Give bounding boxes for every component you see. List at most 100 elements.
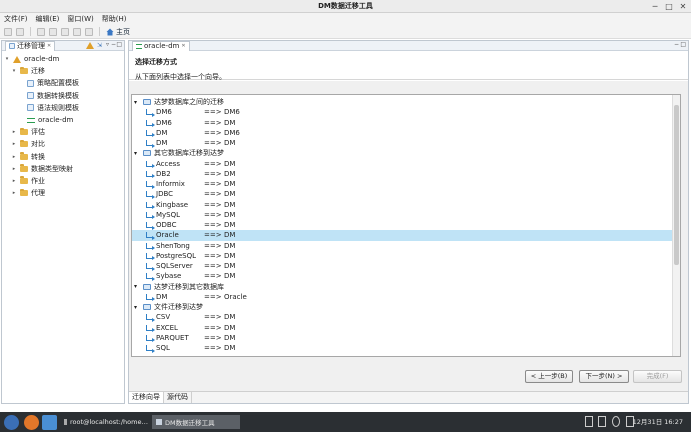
menu-window[interactable]: 窗口(W) bbox=[67, 13, 93, 25]
wizard-item[interactable]: DM6 ==> DM bbox=[132, 118, 673, 128]
tray-icon-1[interactable] bbox=[585, 416, 593, 427]
scrollbar-thumb[interactable] bbox=[674, 105, 679, 265]
tree-item[interactable]: ▸ 评估 bbox=[2, 126, 124, 138]
tree-item[interactable]: ▸ 代理 bbox=[2, 187, 124, 199]
wizard-item[interactable]: CSV ==> DM bbox=[132, 312, 673, 322]
window-titlebar: DM数据迁移工具 ─ □ ✕ bbox=[0, 0, 691, 13]
wizard-item[interactable]: PostgreSQL ==> DM bbox=[132, 251, 673, 261]
wizard-item[interactable]: Oracle ==> DM bbox=[132, 230, 673, 241]
maximize-panel-icon[interactable]: □ bbox=[116, 41, 122, 48]
wizard-item[interactable]: DM6 ==> DM6 bbox=[132, 107, 673, 117]
expand-arrow-icon[interactable]: ▸ bbox=[11, 166, 17, 172]
refresh-icon[interactable] bbox=[85, 27, 93, 36]
back-icon[interactable] bbox=[61, 27, 69, 36]
undo-icon[interactable] bbox=[37, 27, 45, 36]
firefox-icon[interactable] bbox=[24, 415, 39, 430]
tab-migration-wizard[interactable]: 迁移向导 bbox=[129, 392, 164, 403]
expand-arrow-icon[interactable]: ▸ bbox=[11, 141, 17, 147]
wizard-group[interactable]: ▾ 达梦迁移到其它数据库 bbox=[132, 282, 673, 292]
menu-file[interactable]: 文件(F) bbox=[4, 13, 28, 25]
wizard-item[interactable]: Access ==> DM bbox=[132, 159, 673, 169]
target-db: DM bbox=[224, 323, 236, 332]
expand-arrow-icon[interactable]: ▸ bbox=[11, 178, 17, 184]
wizard-item[interactable]: DM ==> Oracle bbox=[132, 292, 673, 302]
wizard-item[interactable]: Informix ==> DM bbox=[132, 179, 673, 189]
maximize-button[interactable]: □ bbox=[663, 0, 675, 13]
back-button[interactable]: < 上一步(B) bbox=[525, 370, 573, 383]
expand-arrow-icon[interactable]: ▾ bbox=[4, 56, 10, 62]
tree-item[interactable]: 策略配置模板 bbox=[2, 77, 124, 89]
redo-icon[interactable] bbox=[49, 27, 57, 36]
files-icon[interactable] bbox=[42, 415, 57, 430]
wizard-item[interactable]: MySQL ==> DM bbox=[132, 210, 673, 220]
tab-migration-manager[interactable]: 迁移管理 ✕ bbox=[5, 40, 56, 51]
expand-arrow-icon[interactable]: ▾ bbox=[134, 304, 140, 311]
tab-oracle-dm[interactable]: oracle-dm ✕ bbox=[132, 40, 190, 51]
expand-arrow-icon[interactable]: ▸ bbox=[11, 154, 17, 160]
wizard-item[interactable]: DM ==> DM6 bbox=[132, 128, 673, 138]
list-scrollbar[interactable] bbox=[672, 95, 680, 356]
tab-source-code[interactable]: 源代码 bbox=[164, 392, 192, 403]
next-button[interactable]: 下一步(N) > bbox=[579, 370, 629, 383]
wizard-group[interactable]: ▾ 文件迁移到达梦 bbox=[132, 302, 673, 312]
migration-arrow-icon bbox=[146, 211, 155, 220]
tree-item[interactable]: 数据转换模板 bbox=[2, 90, 124, 102]
tree-item[interactable]: 语法规则模板 bbox=[2, 102, 124, 114]
tree-item[interactable]: ▸ 数据类型映射 bbox=[2, 163, 124, 175]
tree-item[interactable]: ▸ 对比 bbox=[2, 138, 124, 150]
save-icon[interactable] bbox=[4, 27, 12, 36]
wizard-item[interactable]: JDBC ==> DM bbox=[132, 189, 673, 199]
migration-arrow-icon bbox=[146, 252, 155, 261]
tray-icon-3[interactable] bbox=[612, 416, 620, 427]
minimize-editor-icon[interactable]: − bbox=[674, 41, 679, 48]
wizard-item[interactable]: Sybase ==> DM bbox=[132, 271, 673, 281]
finish-button[interactable]: 完成(F) bbox=[633, 370, 682, 383]
wizard-item[interactable]: ShenTong ==> DM bbox=[132, 241, 673, 251]
target-db: DM bbox=[224, 262, 236, 271]
wizard-group[interactable]: ▾ 其它数据库迁移到达梦 bbox=[132, 148, 673, 158]
tree-item[interactable]: ▾ oracle-dm bbox=[2, 53, 124, 65]
new-warning-icon[interactable] bbox=[86, 42, 94, 49]
expand-arrow-icon[interactable]: ▾ bbox=[11, 68, 17, 74]
panel-icon bbox=[9, 43, 15, 49]
task-dm-migration[interactable]: DM数据迁移工具 bbox=[152, 415, 240, 429]
wizard-item[interactable]: DM ==> DM bbox=[132, 138, 673, 148]
menu-icon[interactable]: ▿ bbox=[106, 41, 109, 48]
maximize-editor-icon[interactable]: □ bbox=[680, 41, 686, 48]
start-menu-icon[interactable] bbox=[4, 415, 19, 430]
expand-arrow-icon[interactable]: ▾ bbox=[134, 150, 140, 157]
wizard-item[interactable]: EXCEL ==> DM bbox=[132, 323, 673, 333]
close-button[interactable]: ✕ bbox=[677, 0, 689, 13]
tree-item[interactable]: oracle-dm bbox=[2, 114, 124, 126]
migration-manager-panel: 迁移管理 ✕ ⇲ ▿ − □ ▾ oracle-dm ▾ 迁移 策略配置模板 数据转换模板… bbox=[1, 40, 125, 404]
home-button[interactable]: 主页 bbox=[106, 27, 130, 37]
minimize-panel-icon[interactable]: − bbox=[111, 41, 116, 48]
task-terminal[interactable]: root@localhost:/home… bbox=[60, 415, 152, 429]
wizard-item[interactable]: SQL ==> DM bbox=[132, 343, 673, 353]
menu-edit[interactable]: 编辑(E) bbox=[36, 13, 60, 25]
wizard-item[interactable]: PARQUET ==> DM bbox=[132, 333, 673, 343]
tray-icon-2[interactable] bbox=[598, 416, 606, 427]
close-tab-icon[interactable]: ✕ bbox=[47, 42, 51, 51]
expand-arrow-icon[interactable]: ▾ bbox=[134, 99, 140, 106]
collapse-icon[interactable]: ⇲ bbox=[97, 42, 102, 49]
save-all-icon[interactable] bbox=[16, 27, 24, 36]
forward-icon[interactable] bbox=[73, 27, 81, 36]
menu-help[interactable]: 帮助(H) bbox=[102, 13, 127, 25]
close-tab-icon[interactable]: ✕ bbox=[181, 42, 185, 51]
wizard-item[interactable]: ODBC ==> DM bbox=[132, 220, 673, 230]
minimize-button[interactable]: ─ bbox=[649, 0, 661, 13]
tree-item[interactable]: ▸ 转换 bbox=[2, 151, 124, 163]
tree-item[interactable]: ▾ 迁移 bbox=[2, 65, 124, 77]
wizard-item[interactable]: DB2 ==> DM bbox=[132, 169, 673, 179]
expand-arrow-icon[interactable]: ▸ bbox=[11, 129, 17, 135]
expand-arrow-icon[interactable]: ▾ bbox=[134, 283, 140, 290]
template-icon bbox=[27, 104, 34, 112]
wizard-item[interactable]: SQLServer ==> DM bbox=[132, 261, 673, 271]
wizard-group[interactable]: ▾ 达梦数据库之间的迁移 bbox=[132, 97, 673, 107]
tree-item[interactable]: ▸ 作业 bbox=[2, 175, 124, 187]
expand-arrow-icon[interactable]: ▸ bbox=[11, 190, 17, 196]
wizard-item[interactable]: Kingbase ==> DM bbox=[132, 200, 673, 210]
source-db: PostgreSQL bbox=[156, 251, 196, 260]
direction-arrow: ==> bbox=[204, 313, 222, 322]
